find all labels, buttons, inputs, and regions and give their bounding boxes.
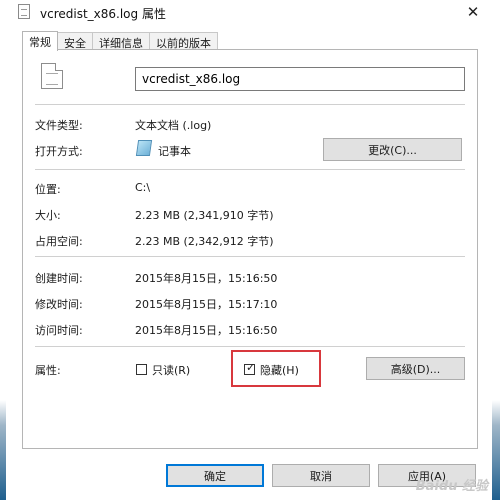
checkmark-icon: ✓ [246,361,256,374]
attributes-label: 属性: [35,364,61,377]
hidden-label[interactable]: 隐藏(H) [260,362,299,378]
created-value: 2015年8月15日，15:16:50 [135,272,278,285]
log-file-icon [41,63,63,89]
title-bar[interactable]: vcredist_x86.log 属性 ✕ [6,0,492,26]
divider [35,169,465,170]
divider [35,256,465,257]
modified-label: 修改时间: [35,298,83,311]
created-label: 创建时间: [35,272,83,285]
open-with-value: 记事本 [158,145,191,158]
cancel-button[interactable]: 取消 [272,464,370,487]
background-edge-left [0,0,6,500]
close-button[interactable]: ✕ [460,0,486,24]
divider [35,346,465,347]
tab-details[interactable]: 详细信息 [92,32,150,50]
log-file-icon [18,4,30,19]
ok-button[interactable]: 确定 [166,464,264,487]
location-value: C:\ [135,181,151,194]
general-panel: 文件类型: 文本文档 (.log) 打开方式: 记事本 更改(C)... 位置:… [22,49,478,449]
tab-strip: 常规 安全 详细信息 以前的版本 [22,31,218,51]
open-with-label: 打开方式: [35,145,83,158]
readonly-label[interactable]: 只读(R) [152,362,190,378]
divider [35,104,465,105]
tab-security[interactable]: 安全 [57,32,93,50]
file-type-value: 文本文档 (.log) [135,119,212,132]
watermark: Baidu 经验 [415,479,488,494]
properties-dialog: vcredist_x86.log 属性 ✕ 常规 安全 详细信息 以前的版本 文… [0,0,500,500]
modified-value: 2015年8月15日，15:17:10 [135,298,278,311]
window-title: vcredist_x86.log 属性 [40,7,166,21]
close-icon: ✕ [466,3,480,21]
location-label: 位置: [35,183,61,196]
tab-previous-versions[interactable]: 以前的版本 [149,32,218,50]
background-edge-right [492,0,500,500]
readonly-checkbox[interactable] [136,364,147,375]
accessed-value: 2015年8月15日，15:16:50 [135,324,278,337]
tab-general[interactable]: 常规 [22,31,58,51]
disk-size-label: 占用空间: [35,235,83,248]
change-button[interactable]: 更改(C)... [323,138,462,161]
size-label: 大小: [35,209,61,222]
hidden-checkbox[interactable]: ✓ [244,361,256,375]
filename-input[interactable] [135,67,465,91]
disk-size-value: 2.23 MB (2,342,912 字节) [135,235,274,248]
advanced-button[interactable]: 高级(D)... [366,357,465,380]
size-value: 2.23 MB (2,341,910 字节) [135,209,274,222]
notepad-icon [135,140,153,156]
file-type-label: 文件类型: [35,119,83,132]
accessed-label: 访问时间: [35,324,83,337]
